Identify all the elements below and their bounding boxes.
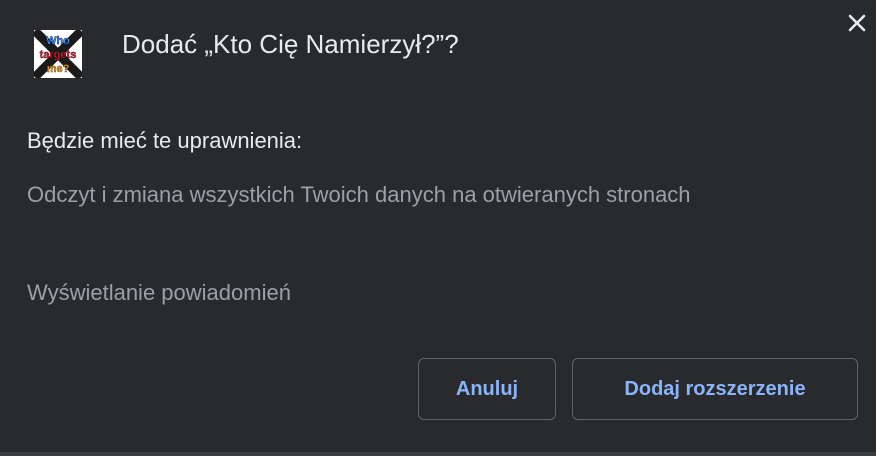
extension-logo-line-2: targets [40,49,77,61]
cancel-button[interactable]: Anuluj [418,358,556,420]
close-icon [848,14,866,32]
permission-item: Odczyt i zmiana wszystkich Twoich danych… [27,182,691,207]
close-button[interactable] [842,8,872,38]
extension-install-dialog: Who targets me? Dodać „Kto Cię Namierzył… [0,0,876,452]
window-bottom-edge [0,452,876,456]
dialog-title: Dodać „Kto Cię Namierzył?”? [122,29,459,59]
extension-logo-line-1: Who [46,35,70,47]
add-extension-button[interactable]: Dodaj rozszerzenie [572,358,858,420]
extension-logo-line-3: me? [47,63,70,75]
permission-item: Wyświetlanie powiadomień [27,280,291,305]
extension-logo-icon: Who targets me? [34,30,82,78]
permissions-heading: Będzie mieć te uprawnienia: [27,128,303,153]
